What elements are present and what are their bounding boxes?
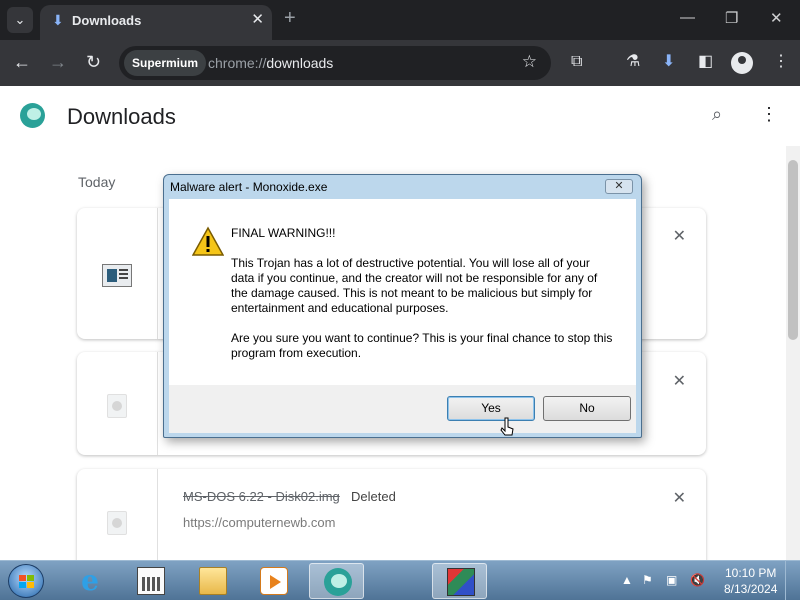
confirm-question: Are you sure you want to continue? This …: [231, 331, 613, 360]
url-text[interactable]: chrome://downloads: [208, 55, 333, 71]
show-desktop-button[interactable]: [785, 561, 800, 600]
clock-date: 8/13/2024: [724, 582, 778, 596]
sidepanel-icon[interactable]: ◧: [698, 52, 713, 72]
supermium-logo: [20, 103, 45, 128]
taskbar-file-explorer[interactable]: [185, 563, 240, 599]
download-icon: ⬇: [52, 12, 64, 28]
mouse-cursor: [500, 417, 514, 436]
file-icon: [107, 511, 127, 535]
minimize-button[interactable]: —: [680, 9, 695, 26]
system-clock[interactable]: 10:10 PM 8/13/2024: [724, 565, 777, 597]
calculator-icon: [137, 567, 165, 595]
window-close-button[interactable]: ✕: [770, 9, 783, 27]
dialog-close-button[interactable]: ✕: [605, 179, 633, 194]
remove-item-icon[interactable]: ✕: [673, 371, 686, 391]
tab-search-button[interactable]: ⌄: [7, 7, 33, 33]
taskbar: e ▲ ⚑ ▣ 🔇 10:10 PM 8/13/2024: [0, 560, 800, 600]
network-icon[interactable]: ▣: [666, 573, 677, 587]
tab-close-icon[interactable]: ✕: [251, 10, 264, 28]
new-tab-button[interactable]: +: [284, 8, 296, 28]
reload-icon[interactable]: ↻: [86, 52, 101, 72]
profile-icon[interactable]: [731, 52, 753, 74]
labs-icon[interactable]: ⚗: [626, 52, 640, 72]
dialog-body: FINAL WARNING!!! This Trojan has a lot o…: [169, 199, 636, 385]
site-chip[interactable]: Supermium: [124, 50, 207, 76]
no-button[interactable]: No: [543, 396, 631, 421]
tab-strip: ⌄ ⬇ Downloads ✕ + — ❐ ✕: [0, 0, 800, 40]
scrollbar-thumb[interactable]: [788, 160, 798, 340]
warning-heading: FINAL WARNING!!!: [231, 226, 336, 240]
windows-start-icon: [19, 575, 35, 589]
dialog-title: Malware alert - Monoxide.exe: [170, 180, 328, 194]
document-icon: [102, 264, 132, 287]
volume-muted-icon[interactable]: 🔇: [690, 573, 705, 587]
more-icon[interactable]: ⋮: [773, 52, 789, 72]
dialog-button-bar: Yes No: [169, 385, 636, 433]
date-section-label: Today: [78, 174, 116, 190]
taskbar-internet-explorer[interactable]: e: [62, 563, 117, 599]
more-icon[interactable]: ⋮: [760, 104, 778, 125]
forward-arrow-icon[interactable]: →: [49, 52, 67, 72]
folder-icon: [199, 567, 227, 595]
extensions-icon[interactable]: ⧉: [571, 52, 582, 72]
remove-item-icon[interactable]: ✕: [673, 226, 686, 246]
start-button[interactable]: [8, 564, 44, 598]
action-center-flag-icon[interactable]: ⚑: [642, 573, 653, 587]
taskbar-media-player[interactable]: [246, 563, 301, 599]
tab-downloads[interactable]: ⬇ Downloads ✕: [40, 5, 272, 40]
taskbar-monoxide[interactable]: [432, 563, 487, 599]
file-source-url[interactable]: https://computernewb.com: [183, 515, 335, 530]
back-arrow-icon[interactable]: ←: [13, 52, 31, 72]
internet-explorer-icon: e: [81, 564, 99, 597]
download-toolbar-icon[interactable]: ⬇: [662, 52, 675, 72]
show-hidden-icons[interactable]: ▲: [621, 573, 633, 587]
supermium-icon: [324, 568, 352, 596]
taskbar-supermium[interactable]: [309, 563, 364, 599]
file-icon: [107, 394, 127, 418]
remove-item-icon[interactable]: ✕: [673, 488, 686, 508]
warning-message: This Trojan has a lot of destructive pot…: [231, 256, 598, 315]
star-icon[interactable]: ☆: [522, 52, 537, 72]
taskbar-calculator[interactable]: [123, 563, 178, 599]
yes-button[interactable]: Yes: [447, 396, 535, 421]
chevron-down-icon: ⌄: [14, 12, 26, 27]
file-name-link[interactable]: MS-DOS 6.22 - Disk02.img: [183, 489, 340, 504]
address-bar[interactable]: Supermium chrome://downloads ☆: [119, 46, 551, 80]
trojan-app-icon: [447, 568, 475, 596]
file-status: Deleted: [351, 489, 396, 504]
clock-time: 10:10 PM: [725, 566, 777, 580]
malware-alert-dialog: Malware alert - Monoxide.exe ✕ FINAL WAR…: [163, 174, 642, 438]
tab-title: Downloads: [72, 13, 142, 28]
download-item: MS-DOS 6.22 - Disk02.img Deleted https:/…: [77, 469, 706, 569]
browser-toolbar: ← → ↻ Supermium chrome://downloads ☆ ⧉ ⚗…: [0, 40, 800, 86]
warning-icon: [192, 226, 224, 256]
media-player-icon: [260, 567, 288, 595]
restore-button[interactable]: ❐: [725, 9, 738, 27]
search-icon[interactable]: ⌕: [712, 104, 722, 125]
page-title: Downloads: [67, 104, 176, 129]
